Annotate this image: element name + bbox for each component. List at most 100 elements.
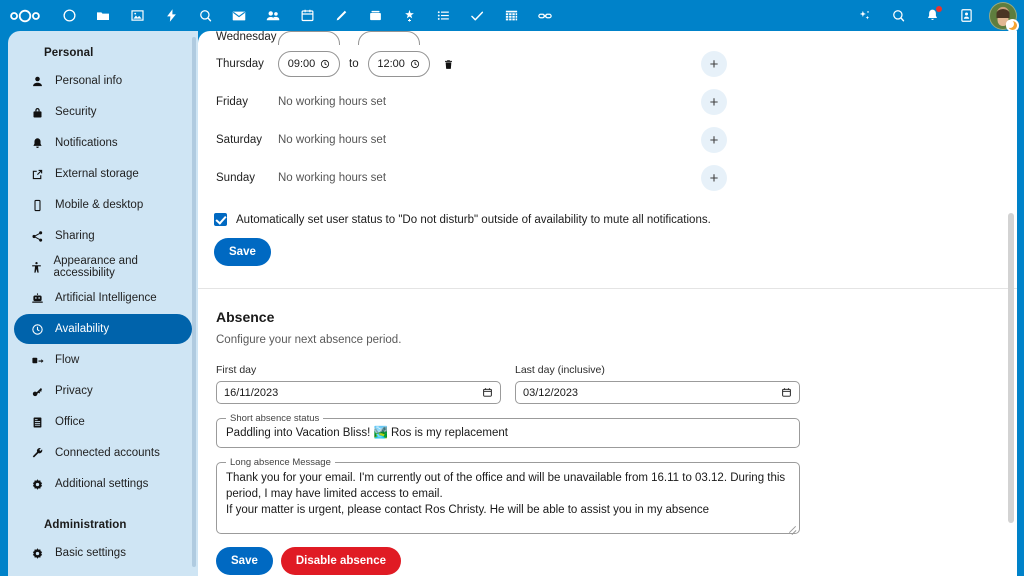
sidebar-item-flow[interactable]: Flow <box>14 345 192 375</box>
absence-date-row: First day 16/11/2023 Last day (inclusive… <box>216 364 999 404</box>
long-absence-message-line-1: Thank you for your email. I'm currently … <box>226 472 786 500</box>
add-slot-button[interactable]: + <box>701 165 727 191</box>
last-day-value: 03/12/2023 <box>523 386 579 399</box>
sidebar-item-label: Privacy <box>55 385 93 397</box>
app-photos[interactable] <box>120 0 154 31</box>
app-deck[interactable] <box>358 0 392 31</box>
textarea-resize-handle[interactable] <box>788 522 797 531</box>
to-label: to <box>349 58 359 70</box>
sidebar-item-office[interactable]: Office <box>14 407 192 437</box>
delete-slot-button[interactable] <box>443 59 454 70</box>
start-time-input[interactable]: 09:00 <box>278 51 340 77</box>
first-day-group: First day 16/11/2023 <box>216 364 501 404</box>
long-absence-message-field[interactable]: Long absence Message Thank you for your … <box>216 457 800 534</box>
sidebar-item-personal-info[interactable]: Personal info <box>14 66 192 96</box>
sidebar-item-label: Office <box>55 416 85 428</box>
sidebar-item-label: Connected accounts <box>55 447 160 459</box>
lock-icon <box>26 106 48 119</box>
app-notes[interactable] <box>324 0 358 31</box>
sidebar-item-availability[interactable]: Availability <box>14 314 192 344</box>
clock-icon <box>26 323 48 336</box>
sidebar-item-additional-settings[interactable]: Additional settings <box>14 469 192 499</box>
absence-save-button[interactable]: Save <box>216 547 273 575</box>
start-time-input[interactable] <box>278 31 340 45</box>
wrench-icon <box>26 447 48 460</box>
add-slot-button[interactable]: + <box>701 127 727 153</box>
long-absence-message-line-2: If your matter is urgent, please contact… <box>226 504 709 516</box>
end-time-input[interactable]: 12:00 <box>367 51 430 77</box>
sidebar-item-label: External storage <box>55 168 139 180</box>
app-calendar[interactable] <box>290 0 324 31</box>
sidebar-item-mobile-desktop[interactable]: Mobile & desktop <box>14 190 192 220</box>
gear-icon <box>26 478 48 491</box>
do-not-disturb-checkbox[interactable] <box>214 213 227 226</box>
sidebar-item-appearance-accessibility[interactable]: Appearance and accessibility <box>14 252 192 282</box>
unified-search-button[interactable] <box>881 0 915 31</box>
app-files[interactable] <box>86 0 120 31</box>
settings-main-content: Wednesday Thursday 09:00 to 12:00 + Frid… <box>198 31 1017 576</box>
sidebar-item-external-storage[interactable]: External storage <box>14 159 192 189</box>
key-icon <box>26 385 48 398</box>
working-hours-row-wednesday: Wednesday <box>198 31 1017 45</box>
top-bar-right-actions <box>847 0 1024 32</box>
app-tables[interactable] <box>494 0 528 31</box>
document-icon <box>26 416 48 429</box>
share-icon <box>26 230 48 243</box>
end-time-input[interactable] <box>358 31 420 45</box>
calendar-icon[interactable] <box>482 387 493 398</box>
app-assistant[interactable] <box>392 0 426 31</box>
phone-icon <box>26 199 48 212</box>
sidebar-inner: Personal Personal info Security Notifica… <box>8 31 198 576</box>
sidebar-scrollbar[interactable] <box>192 37 196 567</box>
app-mail[interactable] <box>222 0 256 31</box>
disable-absence-button[interactable]: Disable absence <box>280 547 401 575</box>
calendar-icon[interactable] <box>781 387 792 398</box>
sidebar-item-label: Personal info <box>55 75 123 87</box>
notifications-button[interactable] <box>915 0 949 31</box>
short-absence-status-legend: Short absence status <box>226 413 324 424</box>
settings-sidebar: Personal Personal info Security Notifica… <box>8 31 198 576</box>
user-avatar[interactable] <box>989 1 1019 32</box>
long-absence-message-input[interactable]: Thank you for your email. I'm currently … <box>217 463 799 525</box>
app-checks[interactable] <box>460 0 494 31</box>
app-activity[interactable] <box>154 0 188 31</box>
app-contacts[interactable] <box>256 0 290 31</box>
add-slot-button[interactable]: + <box>701 89 727 115</box>
contacts-menu-button[interactable] <box>949 0 983 31</box>
flow-icon <box>26 354 48 367</box>
main-content-scrollbar[interactable] <box>1008 213 1014 523</box>
external-link-icon <box>26 168 48 181</box>
last-day-label: Last day (inclusive) <box>515 364 605 376</box>
working-hours-slot: 09:00 to 12:00 <box>278 51 454 77</box>
last-day-input[interactable]: 03/12/2023 <box>515 381 800 404</box>
sidebar-item-privacy[interactable]: Privacy <box>14 376 192 406</box>
app-tasks[interactable] <box>426 0 460 31</box>
nextcloud-logo[interactable] <box>0 0 50 31</box>
status-badge-away <box>1006 18 1019 32</box>
sidebar-item-security[interactable]: Security <box>14 97 192 127</box>
sidebar-item-basic-settings[interactable]: Basic settings <box>14 538 192 568</box>
sidebar-item-connected-accounts[interactable]: Connected accounts <box>14 438 192 468</box>
first-day-label: First day <box>216 364 257 376</box>
app-search[interactable] <box>188 0 222 31</box>
sidebar-item-artificial-intelligence[interactable]: Artificial Intelligence <box>14 283 192 313</box>
first-day-value: 16/11/2023 <box>224 386 279 399</box>
absence-title: Absence <box>216 309 275 325</box>
sidebar-item-label: Additional settings <box>55 478 149 490</box>
sidebar-item-sharing[interactable]: Sharing <box>14 221 192 251</box>
assistant-button[interactable] <box>847 0 881 31</box>
sidebar-item-label: Sharing <box>55 230 95 242</box>
availability-save-row: Save <box>198 226 1017 266</box>
app-links[interactable] <box>528 0 562 31</box>
clock-icon <box>320 59 330 69</box>
short-absence-status-field[interactable]: Short absence status Paddling into Vacat… <box>216 413 800 448</box>
sidebar-heading-personal: Personal <box>44 47 94 59</box>
availability-save-button[interactable]: Save <box>214 238 271 266</box>
app-dashboard[interactable] <box>52 0 86 31</box>
add-slot-button[interactable]: + <box>701 51 727 77</box>
sidebar-item-notifications[interactable]: Notifications <box>14 128 192 158</box>
first-day-input[interactable]: 16/11/2023 <box>216 381 501 404</box>
absence-section: Absence Configure your next absence peri… <box>198 289 1017 575</box>
do-not-disturb-row: Automatically set user status to "Do not… <box>198 197 1017 226</box>
sidebar-item-label: Basic settings <box>55 547 126 559</box>
